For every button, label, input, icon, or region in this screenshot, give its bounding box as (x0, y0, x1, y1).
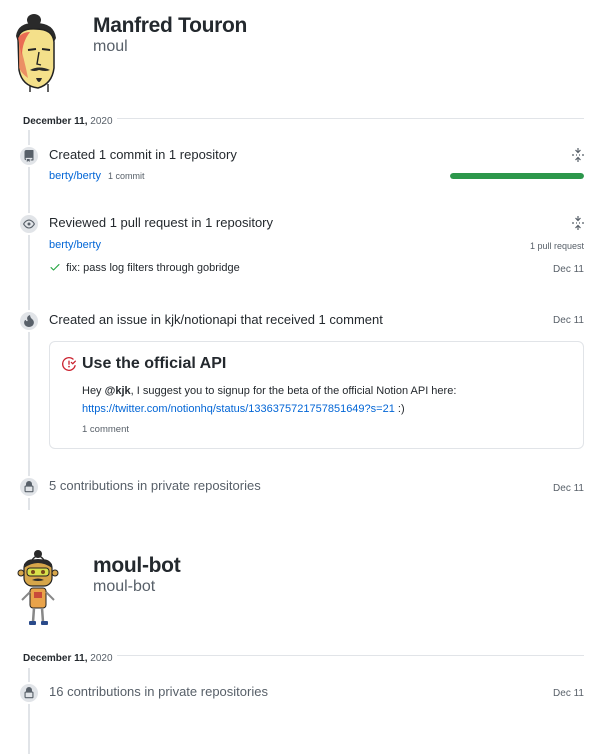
private-event-date: Dec 11 (553, 483, 584, 494)
private-event-title: 5 contributions in private repositories (49, 478, 261, 493)
repo-push-icon (24, 150, 34, 162)
profile-login: moul (93, 38, 128, 55)
eye-icon (23, 219, 35, 229)
commit-progress-bar (450, 173, 584, 179)
review-badge (18, 213, 40, 235)
review-count: 1 pull request (529, 241, 584, 251)
profile-login: moul-bot (93, 578, 156, 595)
avatar[interactable] (8, 548, 68, 632)
date-header: December 11, 2020 (23, 648, 584, 664)
profile-manfred: Manfred Touron moul (0, 0, 600, 110)
issue-badge (18, 310, 40, 332)
commit-count: 1 commit (108, 171, 145, 181)
issue-body-link[interactable]: https://twitter.com/notionhq/status/1336… (82, 403, 395, 415)
issue-closed-icon (62, 357, 76, 371)
fold-icon[interactable] (572, 216, 584, 230)
pr-item[interactable]: fix: pass log filters through gobridge (49, 261, 240, 274)
date-label: December 11, 2020 (23, 653, 117, 664)
date-label: December 11, 2020 (23, 116, 117, 127)
commit-badge (18, 145, 40, 167)
issue-event-date: Dec 11 (553, 315, 584, 326)
lock-icon (24, 687, 34, 699)
review-repo-link[interactable]: berty/berty (49, 239, 101, 251)
flame-icon (24, 315, 34, 327)
profile-moul-bot: moul-bot moul-bot (0, 540, 600, 640)
private-event-date: Dec 11 (553, 688, 584, 699)
profile-name[interactable]: Manfred Touron (93, 14, 247, 38)
issue-event-title: Created an issue in kjk/notionapi that r… (49, 312, 383, 327)
issue-comments-count[interactable]: 1 comment (82, 424, 129, 435)
private-event-title: 16 contributions in private repositories (49, 684, 268, 699)
pr-date: Dec 11 (553, 264, 584, 275)
date-header: December 11, 2020 (23, 111, 584, 127)
private-badge (18, 476, 40, 498)
profile-name[interactable]: moul-bot (93, 554, 181, 578)
timeline-line (28, 668, 30, 754)
check-icon (50, 264, 60, 271)
commit-repo-link[interactable]: berty/berty 1 commit (49, 170, 145, 182)
private-badge (18, 682, 40, 704)
lock-icon (24, 481, 34, 493)
avatar[interactable] (8, 8, 68, 92)
review-event-title: Reviewed 1 pull request in 1 repository (49, 215, 274, 230)
commit-progress-fill (450, 173, 584, 179)
commit-event-title: Created 1 commit in 1 repository (49, 147, 237, 162)
fold-icon[interactable] (572, 148, 584, 162)
issue-title-link[interactable]: Use the official API (82, 355, 226, 373)
pr-title: fix: pass log filters through gobridge (66, 262, 240, 274)
mention-link[interactable]: @kjk (105, 385, 131, 397)
issue-card: Use the official API Hey @kjk, I suggest… (49, 341, 584, 449)
issue-body: Hey @kjk, I suggest you to signup for th… (82, 385, 457, 415)
